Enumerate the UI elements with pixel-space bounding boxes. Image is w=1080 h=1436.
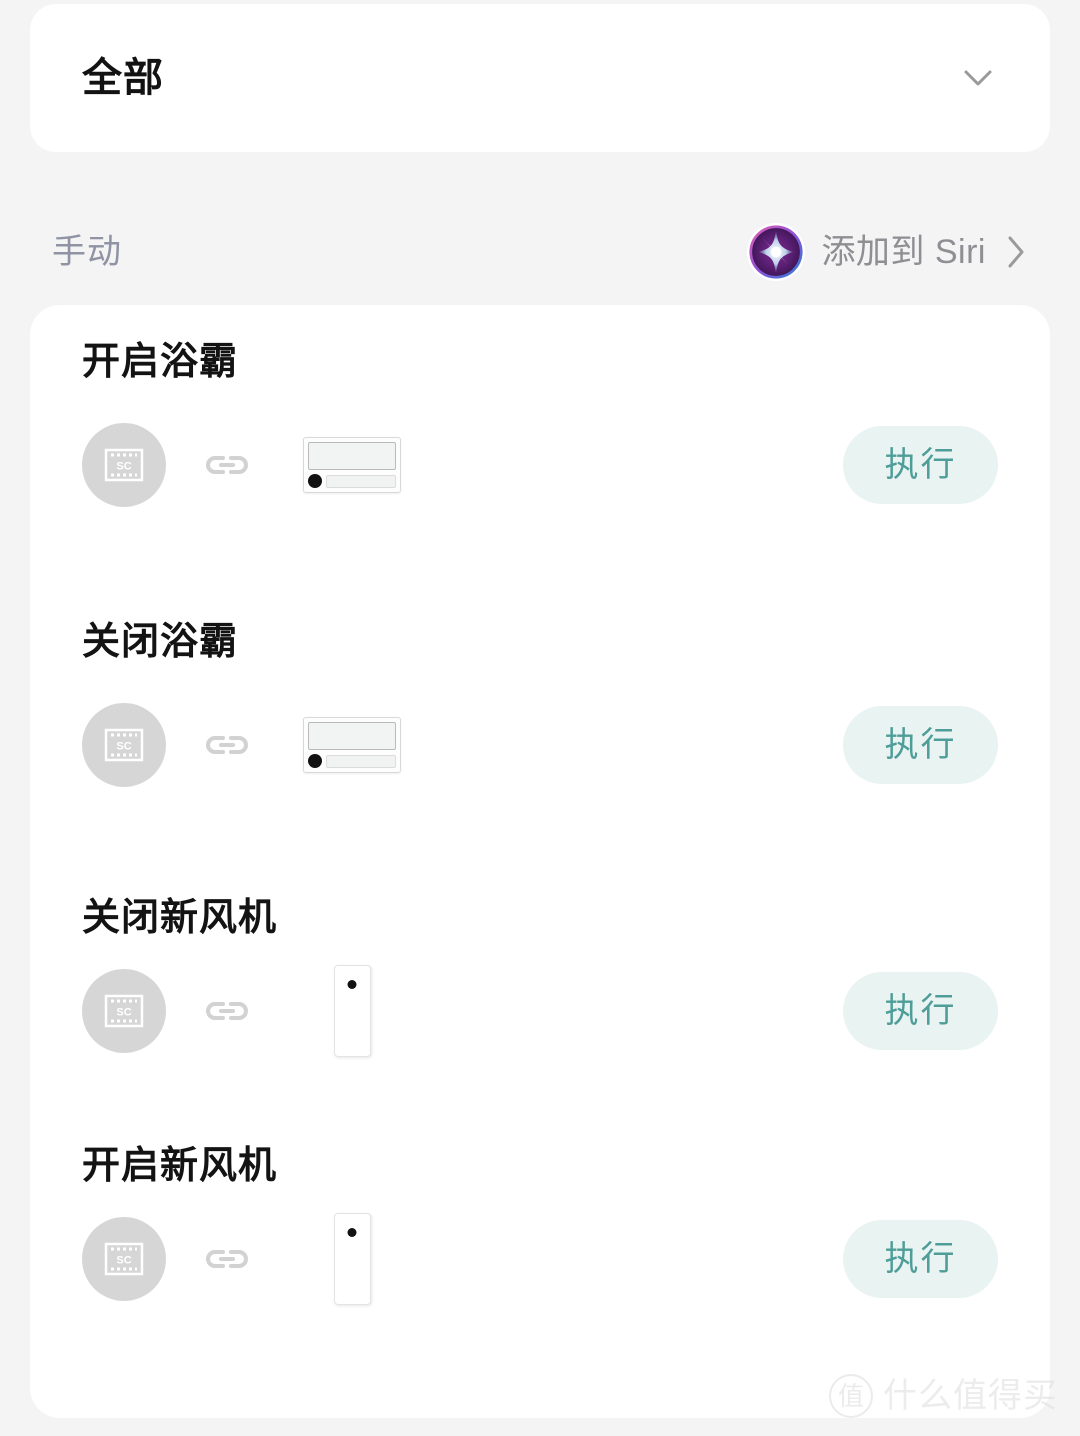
- execute-button-label: 执行: [884, 446, 957, 484]
- section-label: 手动: [52, 233, 122, 271]
- sc-chip-icon: SC: [82, 969, 166, 1053]
- svg-text:SC: SC: [116, 1007, 131, 1019]
- link-icon: [184, 732, 270, 758]
- chevron-right-icon: [1004, 233, 1028, 271]
- sc-chip-icon: SC: [82, 703, 166, 787]
- fresh-air-device: [282, 1213, 422, 1305]
- bath-heater-device: [282, 717, 422, 773]
- scene-title: 关闭浴霸: [82, 621, 239, 663]
- link-icon: [184, 1246, 270, 1272]
- fresh-air-device: [282, 965, 422, 1057]
- link-icon: [184, 452, 270, 478]
- add-to-siri-label: 添加到 Siri: [821, 233, 986, 271]
- sc-chip-icon: SC: [82, 1217, 166, 1301]
- sc-chip-icon: SC: [82, 423, 166, 507]
- scene-item[interactable]: 开启浴霸 SC 执行: [30, 305, 1050, 507]
- scene-title: 开启浴霸: [82, 341, 239, 383]
- scene-list-card: 开启浴霸 SC 执行 关闭浴霸 SC 执行 关闭新风机 SC 执行 开启新风机 …: [30, 305, 1050, 1418]
- filter-label: 全部: [82, 56, 164, 100]
- scene-title: 关闭新风机: [82, 897, 278, 939]
- scene-item[interactable]: 开启新风机 SC 执行: [30, 1057, 1050, 1305]
- section-header: 手动 添加到 Siri: [0, 214, 1080, 290]
- execute-button[interactable]: 执行: [843, 1220, 998, 1298]
- execute-button-label: 执行: [884, 726, 957, 764]
- execute-button-label: 执行: [884, 992, 957, 1030]
- scene-item[interactable]: 关闭浴霸 SC 执行: [30, 507, 1050, 787]
- bath-heater-device: [282, 437, 422, 493]
- execute-button[interactable]: 执行: [843, 426, 998, 504]
- filter-dropdown[interactable]: 全部: [30, 4, 1050, 152]
- add-to-siri-button[interactable]: 添加到 Siri: [749, 225, 1028, 279]
- scene-item[interactable]: 关闭新风机 SC 执行: [30, 787, 1050, 1057]
- link-icon: [184, 998, 270, 1024]
- svg-text:SC: SC: [116, 741, 131, 753]
- execute-button-label: 执行: [884, 1240, 957, 1278]
- execute-button[interactable]: 执行: [843, 706, 998, 784]
- siri-orb-icon: [749, 225, 803, 279]
- svg-text:SC: SC: [116, 1255, 131, 1267]
- chevron-down-icon[interactable]: [958, 58, 998, 98]
- execute-button[interactable]: 执行: [843, 972, 998, 1050]
- scene-title: 开启新风机: [82, 1145, 278, 1187]
- svg-text:SC: SC: [116, 461, 131, 473]
